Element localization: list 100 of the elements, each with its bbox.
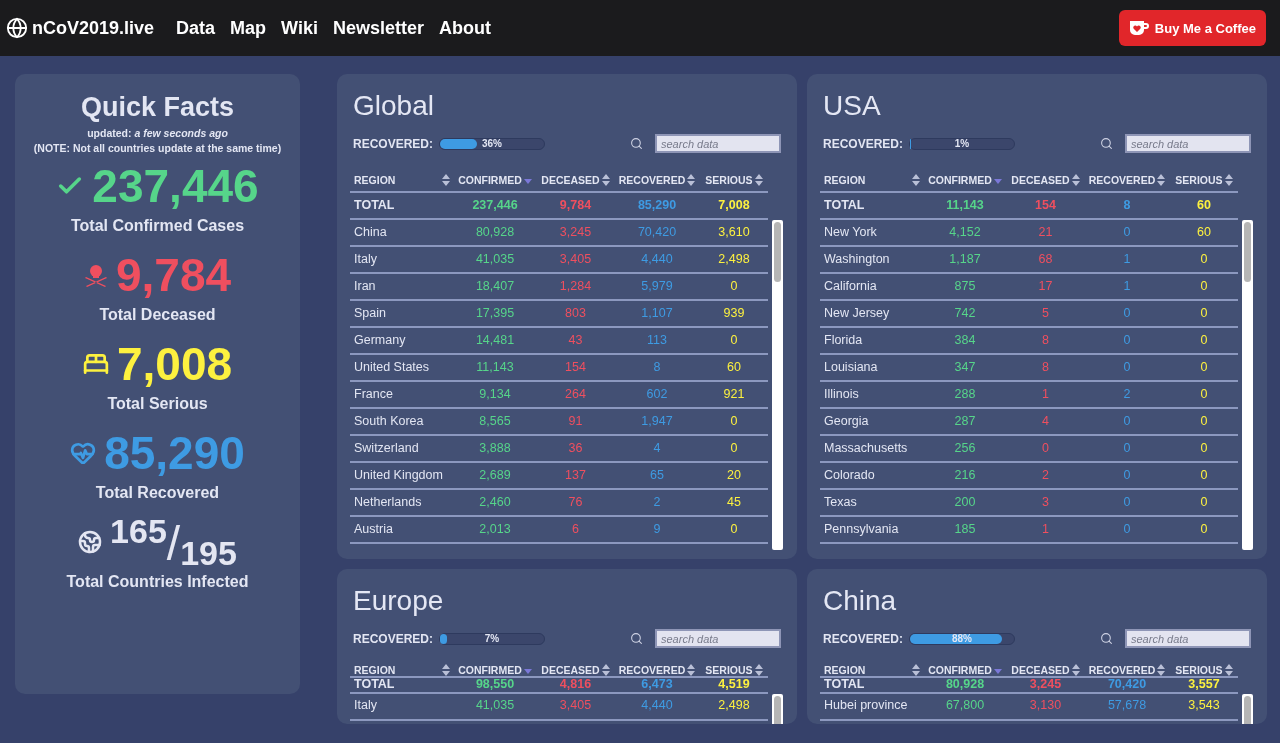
confirmed-cell-text: 185: [953, 522, 977, 537]
panel-title: Global: [353, 90, 435, 122]
column-header[interactable]: RECOVERED: [614, 664, 700, 676]
confirmed-cell-text: 200: [953, 495, 977, 510]
column-header[interactable]: CONFIRMED: [453, 174, 537, 186]
search-field[interactable]: search data: [1125, 629, 1251, 648]
search-field[interactable]: search data: [655, 629, 781, 648]
region-cell-text: Italy: [353, 252, 378, 267]
countries-total: 195: [180, 533, 237, 573]
confirmed-cell-text: 742: [953, 306, 977, 321]
column-header[interactable]: DECEASED: [537, 664, 614, 676]
confirmed-cell-text: 384: [953, 333, 977, 348]
confirmed-cell-text: 67,800: [944, 699, 986, 714]
column-header[interactable]: CONFIRMED: [923, 664, 1007, 676]
deceased-cell-text: 154: [564, 360, 587, 375]
recovered-cell-text: 65: [649, 468, 665, 483]
serious-cell-text: 0: [1199, 522, 1209, 537]
serious-cell-text: 0: [1199, 306, 1209, 321]
total-label: TOTAL: [353, 678, 396, 692]
confirmed-cell-text: 3,888: [478, 441, 512, 456]
confirmed-cell-text: 9,134: [478, 387, 512, 402]
fraction-slash: /: [166, 515, 181, 571]
recovered-cell-text: 0: [1122, 414, 1132, 429]
total-cell-text: 85,290: [636, 198, 678, 213]
panel-title: Europe: [353, 585, 445, 617]
nav-link[interactable]: Newsletter: [332, 17, 424, 39]
total-cell-text: 7,008: [717, 198, 751, 213]
region-cell-text: United States: [353, 360, 431, 375]
column-header[interactable]: DECEASED: [1007, 664, 1084, 676]
region-cell-text: Washington: [823, 252, 891, 267]
stat-value: 237,446: [92, 160, 259, 213]
region-cell-text: New York: [823, 225, 878, 240]
recovered-label: RECOVERED:: [353, 136, 433, 151]
nav-link[interactable]: Map: [230, 17, 267, 39]
deceased-cell-text: 21: [1037, 225, 1054, 240]
total-label: TOTAL: [823, 678, 866, 692]
column-header[interactable]: REGION: [350, 174, 453, 186]
column-header[interactable]: SERIOUS: [700, 664, 768, 676]
confirmed-cell-text: 288: [953, 387, 977, 402]
column-header[interactable]: SERIOUS: [700, 174, 768, 186]
serious-cell-text: 60: [726, 360, 742, 375]
column-header[interactable]: RECOVERED: [1084, 174, 1170, 186]
recovered-cell-text: 70,420: [636, 225, 678, 240]
column-header[interactable]: RECOVERED: [614, 174, 700, 186]
column-header[interactable]: REGION: [820, 664, 923, 676]
site-logo[interactable]: nCoV2019.live: [6, 17, 155, 39]
stat-label: Total Confirmed Cases: [70, 216, 245, 235]
region-cell-text: Hubei province: [823, 699, 909, 714]
total-cell-text: 9,784: [558, 198, 593, 213]
serious-cell-text: 0: [1199, 279, 1209, 294]
recovered-cell-text: 5,979: [640, 279, 674, 294]
region-cell-text: New Jersey: [823, 306, 891, 321]
deceased-cell-text: 5: [1041, 306, 1050, 321]
confirmed-cell-text: 41,035: [474, 699, 516, 714]
buy-coffee-button[interactable]: Buy Me a Coffee: [1118, 10, 1266, 46]
serious-cell-text: 0: [1199, 495, 1209, 510]
serious-cell-text: 3,610: [717, 225, 751, 240]
search-field[interactable]: search data: [1125, 134, 1251, 153]
recovered-cell-text: 57,678: [1106, 699, 1148, 714]
column-header[interactable]: DECEASED: [537, 174, 614, 186]
recovered-cell-text: 1: [1122, 279, 1132, 294]
column-header[interactable]: CONFIRMED: [453, 664, 537, 676]
column-header[interactable]: CONFIRMED: [923, 174, 1007, 186]
stat-label: Total Countries Infected: [66, 572, 249, 591]
confirmed-cell-text: 2,689: [478, 468, 512, 483]
nav-link[interactable]: About: [438, 17, 491, 39]
serious-cell-text: 0: [729, 414, 739, 429]
card-title: Quick Facts: [80, 92, 235, 123]
region-cell-text: United Kingdom: [353, 468, 444, 483]
column-header[interactable]: DECEASED: [1007, 174, 1084, 186]
stat-value: 85,290: [104, 426, 245, 480]
confirmed-cell-text: 18,407: [474, 279, 516, 294]
serious-cell-text: 0: [1199, 414, 1209, 429]
total-cell-text: 8: [1122, 198, 1132, 213]
confirmed-cell-text: 11,143: [475, 360, 515, 375]
total-cell-text: 6,473: [640, 678, 674, 692]
serious-cell-text: 45: [726, 495, 742, 510]
search-field[interactable]: search data: [655, 134, 781, 153]
deceased-cell-text: 137: [564, 468, 587, 483]
confirmed-cell-text: 256: [953, 441, 977, 456]
confirmed-cell-text: 2,460: [478, 495, 512, 510]
confirmed-cell-text: 216: [953, 468, 977, 483]
serious-cell-text: 0: [729, 333, 739, 348]
column-header[interactable]: SERIOUS: [1170, 664, 1238, 676]
column-header[interactable]: SERIOUS: [1170, 174, 1238, 186]
column-header[interactable]: REGION: [350, 664, 453, 676]
deceased-cell-text: 2: [1041, 468, 1050, 483]
serious-cell-text: 0: [1199, 441, 1209, 456]
region-cell-text: Massachusetts: [823, 441, 909, 456]
nav-link[interactable]: Wiki: [281, 17, 318, 39]
region-cell-text: Switzerland: [353, 441, 420, 456]
column-header[interactable]: RECOVERED: [1084, 664, 1170, 676]
serious-cell-text: 0: [729, 441, 739, 456]
recovered-cell-text: 2: [1122, 387, 1132, 402]
column-header[interactable]: REGION: [820, 174, 923, 186]
progress-reading: 7%: [483, 632, 501, 644]
recovered-cell-text: 113: [646, 333, 668, 348]
nav-link[interactable]: Data: [176, 17, 216, 39]
region-cell-text: Austria: [353, 522, 394, 537]
total-cell-text: 237,446: [471, 198, 519, 213]
